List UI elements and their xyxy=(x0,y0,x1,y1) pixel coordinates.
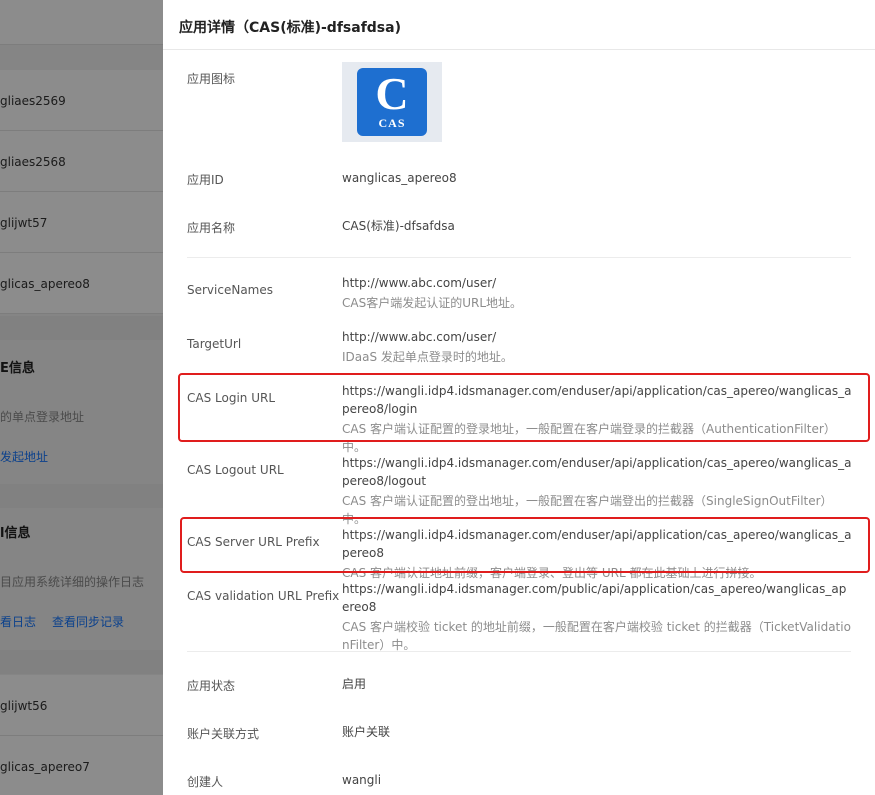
app-icon-label: 应用图标 xyxy=(187,72,236,86)
target-url-value: http://www.abc.com/user/ xyxy=(342,330,497,344)
account-link-value: 账户关联 xyxy=(342,725,391,739)
app-id-label: 应用ID xyxy=(187,173,224,187)
service-names-value: http://www.abc.com/user/ xyxy=(342,276,497,290)
target-url-label: TargetUrl xyxy=(187,337,242,351)
target-url-field: http://www.abc.com/user/ IDaaS 发起单点登录时的地… xyxy=(342,328,852,366)
cas-validation-url-prefix-description: CAS 客户端校验 ticket 的地址前缀，一般配置在客户端校验 ticket… xyxy=(342,620,851,652)
app-icon-container: C CAS xyxy=(342,62,442,142)
creator-value: wangli xyxy=(342,773,382,787)
section-divider xyxy=(187,257,851,258)
app-id-value: wanglicas_apereo8 xyxy=(342,171,457,185)
section-divider xyxy=(187,651,851,652)
service-names-label: ServiceNames xyxy=(187,283,274,297)
service-names-field: http://www.abc.com/user/ CAS客户端发起认证的URL地… xyxy=(342,274,852,312)
server-prefix-highlight-box xyxy=(180,517,870,573)
drawer-header: 应用详情（CAS(标准)-dfsafdsa) xyxy=(163,0,875,50)
cas-validation-url-prefix-field: https://wangli.idp4.idsmanager.com/publi… xyxy=(342,580,852,654)
cas-icon-text: CAS xyxy=(378,116,406,130)
cas-validation-url-prefix-label: CAS validation URL Prefix xyxy=(187,589,340,603)
modal-mask[interactable] xyxy=(0,0,163,795)
cas-app-icon: C CAS xyxy=(357,68,427,136)
app-details-drawer: 应用详情（CAS(标准)-dfsafdsa) 应用图标 C CAS 应用ID w… xyxy=(163,0,875,795)
service-names-description: CAS客户端发起认证的URL地址。 xyxy=(342,296,523,310)
login-url-highlight-box xyxy=(178,373,870,442)
app-status-value: 启用 xyxy=(342,677,367,691)
app-status-label: 应用状态 xyxy=(187,679,236,693)
cas-logout-url-value: https://wangli.idp4.idsmanager.com/endus… xyxy=(342,456,852,488)
cas-icon-letter: C xyxy=(375,68,409,119)
target-url-description: IDaaS 发起单点登录时的地址。 xyxy=(342,350,513,364)
app-name-label: 应用名称 xyxy=(187,221,236,235)
creator-label: 创建人 xyxy=(187,775,224,789)
drawer-title: 应用详情（CAS(标准)-dfsafdsa) xyxy=(179,20,401,36)
background-app-list: gliaes2569 gliaes2568 glijwt57 glicas_ap… xyxy=(0,0,163,795)
cas-logout-url-label: CAS Logout URL xyxy=(187,463,284,477)
cas-validation-url-prefix-value: https://wangli.idp4.idsmanager.com/publi… xyxy=(342,582,847,614)
app-name-value: CAS(标准)-dfsafdsa xyxy=(342,219,455,233)
account-link-label: 账户关联方式 xyxy=(187,727,260,741)
